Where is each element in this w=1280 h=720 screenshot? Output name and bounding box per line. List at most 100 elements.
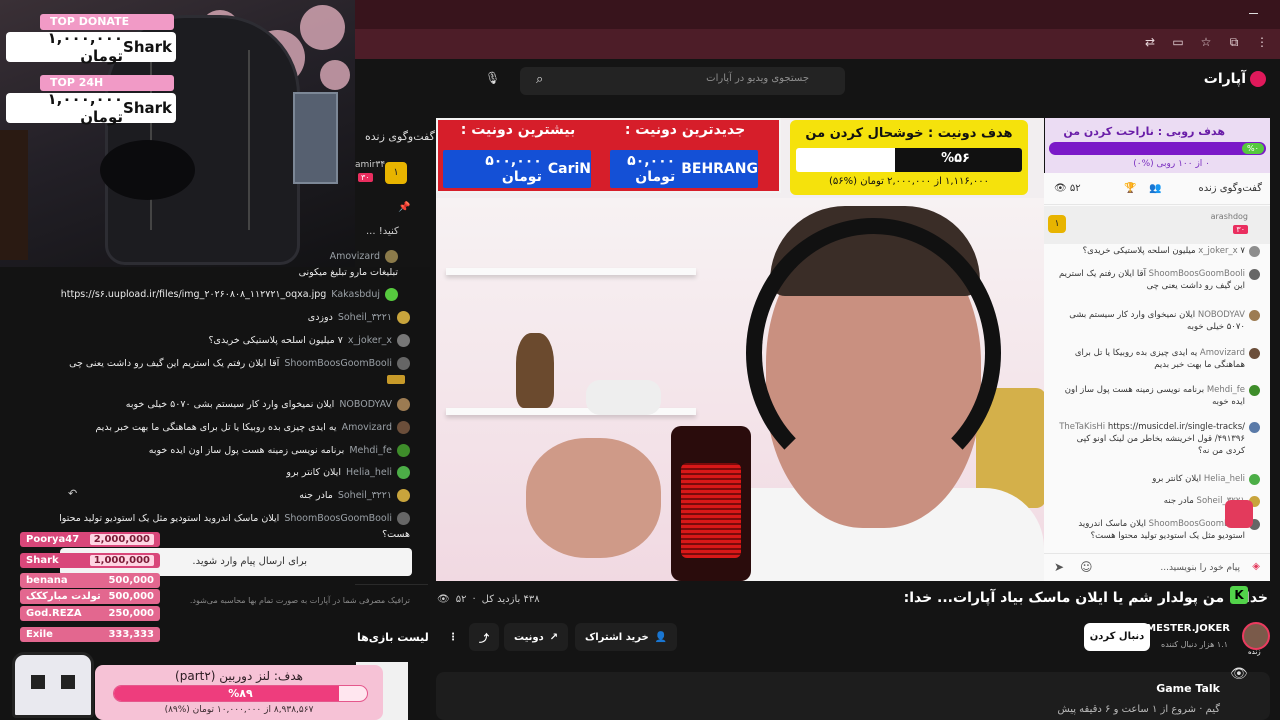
total-views: ۴۳۸ بازدید کل — [481, 594, 540, 605]
floating-aparat-icon[interactable] — [1225, 500, 1253, 528]
top-donate-widget: TOP DONATE ۱,۰۰۰,۰۰۰ تومان Shark — [6, 14, 176, 65]
people-icon[interactable]: 👥 — [1149, 183, 1161, 194]
chat-message: Mehdi_fe برنامه نویسی زمینه هست پول ساز … — [1055, 384, 1260, 408]
divider — [355, 584, 428, 585]
ruby-goal-title: هدف روبی : ناراحت کردن من — [1063, 125, 1225, 138]
left-chat-title: گفت‌وگوی زنده — [365, 130, 435, 143]
right-pinned-count: ۳۰ — [1233, 225, 1248, 234]
donate-goal-subtitle: ۱,۱۱۶,۰۰۰ از ۲,۰۰۰,۰۰۰ تومان (%۵۶) — [828, 176, 990, 187]
chat-message: x_joker_x ۷ میلیون اسلحه پلاستیکی خریدی؟ — [1055, 245, 1260, 257]
right-chat-tabs: گفت‌وگوی زنده 👥 🏆 👁 ۵۲ — [1044, 173, 1270, 205]
camera-lens-goal: هدف: لنز دوربین (part۲) %۸۹ ۸,۹۳۸,۵۶۷ از… — [95, 665, 383, 720]
webcam-overlay: TOP DONATE ۱,۰۰۰,۰۰۰ تومان Shark TOP 24H… — [0, 0, 355, 267]
category-card[interactable]: Game Talk گیم · شروع از ۱ ساعت و ۶ دقیقه… — [436, 672, 1270, 720]
aparat-logo-icon — [1250, 71, 1266, 87]
ruby-goal-widget: هدف روبی : ناراحت کردن من %۰ ۰ از ۱۰۰ رو… — [1045, 118, 1270, 173]
microphone-icon[interactable]: 🎙 — [485, 71, 500, 85]
leaderboard-row: God.REZA 250,000 — [20, 606, 160, 621]
live-badge: زنده — [1248, 648, 1261, 656]
top-24h-name: Shark — [123, 99, 172, 117]
goal2-progress-bar: %۸۹ — [113, 685, 368, 702]
chat-message: ShoomBoosGoomBooli ایلان ماسک اندروید است… — [59, 512, 410, 525]
games-list-title: لیست بازی‌ها — [357, 631, 429, 644]
most-donate-chip: CariN ۵۰۰,۰۰۰ تومان — [443, 150, 591, 188]
eye-icon: 👁 — [437, 594, 450, 605]
site-logo[interactable]: آپارات — [1204, 71, 1266, 87]
donate-button[interactable]: ↗ دونیت — [504, 623, 569, 651]
chat-message: NOBODYAV ایلان نمیخوای وارد کار سیستم بش… — [1055, 309, 1260, 333]
channel-avatar[interactable] — [1242, 622, 1270, 650]
donate-goal-percent: %۵۶ — [941, 151, 970, 166]
donate-goal-bar: %۵۶ — [796, 148, 1022, 172]
translate-icon[interactable]: ⇄ — [1142, 35, 1158, 50]
donate-goal-title: هدف دونیت : خوشحال کردن من — [805, 126, 1013, 141]
subscribe-button[interactable]: 👤 خرید اشتراک — [575, 623, 678, 651]
chat-message: Mehdi_fe برنامه نویسی زمینه هست پول ساز ا… — [149, 444, 410, 457]
latest-donate-chip: BEHRANG ۵۰,۰۰۰ تومان — [610, 150, 758, 188]
right-chat-placeholder: پیام خود را بنویسید... — [1160, 563, 1240, 573]
share-button[interactable]: ⤴ — [469, 623, 499, 651]
emoji-icon[interactable]: ☺ — [1080, 560, 1093, 574]
video-stats: ۴۳۸ بازدید کل · ۵۲ 👁 — [437, 594, 540, 605]
top-donate-label: TOP DONATE — [40, 14, 174, 30]
bookmark-star-icon[interactable]: ☆ — [1198, 35, 1214, 50]
tab-live-chat[interactable]: گفت‌وگوی زنده — [1198, 183, 1262, 194]
chat-message: هست؟ — [382, 529, 410, 540]
top-donate-amount: ۱,۰۰۰,۰۰۰ تومان — [47, 29, 124, 65]
right-pinned-user: arashdog — [1210, 212, 1248, 221]
pixel-cat-mascot — [12, 652, 94, 718]
chat-message: Helia_heli ایلان کانتر برو — [286, 466, 410, 479]
rank-badge: ۱ — [385, 162, 407, 184]
leaderboard-row: Poorya47 2,000,000 — [20, 532, 160, 547]
brand-name: آپارات — [1203, 71, 1246, 87]
channel-name[interactable]: MESTER.JOKER — [1146, 623, 1230, 634]
more-options-button[interactable]: ⋮ — [440, 623, 466, 651]
chat-emote — [387, 375, 405, 384]
chat-message: Amovizard یه ایدی چیزی بده روبیکا یا تل ب… — [95, 421, 410, 434]
rank-badge: ۱ — [1048, 215, 1066, 233]
ruby-goal-bar: %۰ — [1049, 142, 1266, 155]
right-chat-input[interactable]: ◈ پیام خود را بنویسید... ☺ ➤ — [1044, 553, 1270, 581]
chat-message: ShoomBoosGoomBooli آقا ایلان رفتم یک است… — [1055, 268, 1260, 292]
chat-message: Amovizard یه ایدی چیزی بده روبیکا یا تل … — [1055, 347, 1260, 371]
goal2-subtitle: ۸,۹۳۸,۵۶۷ از ۱۰,۰۰۰,۰۰۰ تومان (%۸۹) — [164, 705, 314, 715]
chat-message: Kakasbduj https://s۶.uupload.ir/files/img… — [61, 288, 398, 301]
chat-message: ShoomBoosGoomBooli آقا ایلان رفتم یک استر… — [69, 357, 410, 370]
cast-icon[interactable]: ▭ — [1170, 35, 1186, 50]
right-pinned-message: arashdog ۳۰ ۱ — [1044, 206, 1270, 244]
extensions-icon[interactable]: ⧉ — [1226, 35, 1242, 50]
goal2-percent: %۸۹ — [228, 687, 253, 700]
reply-icon[interactable]: ↶ — [68, 487, 77, 500]
search-icon[interactable]: ⌕ — [536, 72, 543, 87]
left-pinned: amir۳۴۰ ۱ ۳۰ — [355, 160, 410, 188]
chat-message: Soheil_۳۲۲۱ مادر جنه — [299, 489, 410, 502]
visibility-icon[interactable]: 👁 — [1230, 666, 1248, 682]
follow-button[interactable]: دنبال کردن — [1084, 623, 1150, 651]
ruby-icon[interactable]: ◈ — [1252, 561, 1260, 572]
user-icon: 👤 — [654, 631, 668, 643]
donate-goal-widget: هدف دونیت : خوشحال کردن من %۵۶ ۱,۱۱۶,۰۰۰… — [790, 120, 1028, 195]
chat-message: تبلیغات مارو تبلیغ میکونی — [298, 267, 398, 278]
chat-message: Soheil_۳۲۲۱ دوزدی — [308, 311, 410, 324]
send-icon[interactable]: ➤ — [1054, 560, 1064, 574]
top-24h-widget: TOP 24H ۱,۰۰۰,۰۰۰ تومان Shark — [6, 75, 176, 126]
leaderboard-row: تولدت مبارککک 500,000 — [20, 589, 160, 604]
menu-icon[interactable]: ⋮ — [1254, 35, 1270, 50]
search-box[interactable]: جستجوی ویدیو در آپارات ⌕ — [520, 67, 845, 95]
traffic-note: ترافیک مصرفی شما در آپارات به صورت تمام … — [189, 596, 410, 605]
left-chat-input-placeholder: برای ارسال پیام وارد شوید. — [192, 556, 307, 567]
chat-message: x_joker_x ۷ میلیون اسلحه پلاستیکی خریدی؟ — [208, 334, 410, 347]
minimize-icon[interactable] — [1249, 13, 1258, 14]
trophy-icon[interactable]: 🏆 — [1124, 183, 1136, 194]
leaderboard-row: benana 500,000 — [20, 573, 160, 588]
site-header: آپارات جستجوی ویدیو در آپارات ⌕ 🎙 — [355, 60, 1280, 102]
latest-donate-title: جدیدترین دونیت : — [624, 122, 746, 138]
video-title: خدا... من پولدار شم یا ایلان ماسک بیاد آ… — [903, 590, 1268, 606]
share-icon: ⤴ — [479, 633, 489, 645]
pin-icon[interactable]: 📌 — [398, 202, 410, 213]
live-viewers: ۵۲ — [455, 594, 467, 605]
channel-followers: ۱.۱ هزار دنبال کننده — [1161, 640, 1228, 649]
leaderboard-row: Shark 1,000,000 — [20, 553, 160, 568]
chat-message: NOBODYAV ایلان نمیخوای وارد کار سیستم بشی… — [126, 398, 410, 411]
search-placeholder: جستجوی ویدیو در آپارات — [706, 73, 809, 84]
